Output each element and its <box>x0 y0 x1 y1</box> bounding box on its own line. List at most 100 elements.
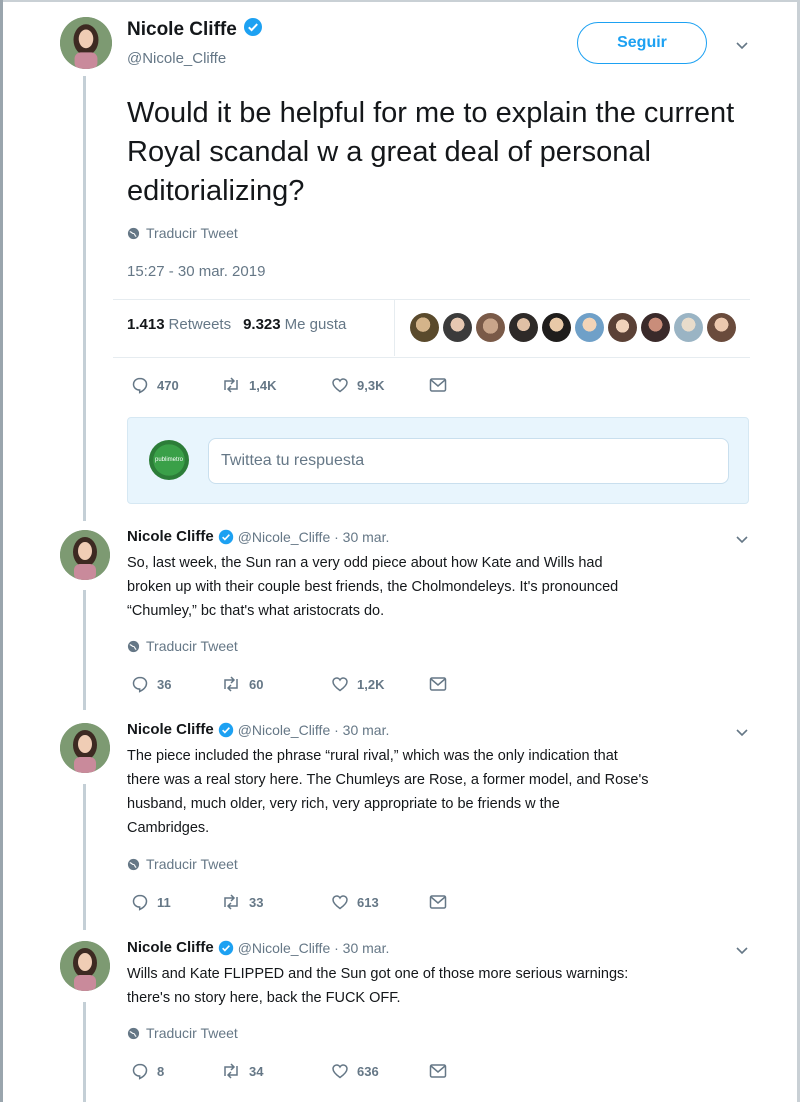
globe-icon <box>127 640 140 652</box>
reply-icon <box>132 377 148 394</box>
retweet-count: 1,4K <box>249 377 277 393</box>
like-action[interactable]: 636 <box>331 1062 429 1080</box>
direct-message-action[interactable] <box>429 1063 447 1079</box>
reply-count: 36 <box>157 676 172 692</box>
tweet-actions: 11 33 613 <box>131 893 447 911</box>
author-avatar[interactable] <box>60 941 110 991</box>
author-name[interactable]: Nicole Cliffe <box>127 939 214 956</box>
reply-icon <box>132 676 148 693</box>
window-top-border <box>0 0 800 2</box>
author-handle-and-date[interactable]: @Nicole_Cliffe · 30 mar. <box>238 940 390 956</box>
author-name[interactable]: Nicole Cliffe <box>127 19 237 41</box>
reply-action[interactable]: 8 <box>131 1062 221 1080</box>
divider <box>113 299 750 300</box>
heart-icon <box>332 677 348 692</box>
translate-tweet-link[interactable]: Traducir Tweet <box>127 638 238 654</box>
retweet-action[interactable]: 33 <box>221 893 331 911</box>
thread-connector <box>83 76 86 521</box>
verified-badge-icon <box>243 17 263 42</box>
tweet-header: Nicole Cliffe @Nicole_Cliffe · 30 mar. <box>127 528 389 545</box>
retweet-icon <box>224 676 238 692</box>
tweet-actions: 36 60 1,2K <box>131 675 447 693</box>
liker-avatar[interactable] <box>542 313 571 342</box>
translate-tweet-link[interactable]: Traducir Tweet <box>127 1025 238 1041</box>
translate-label: Traducir Tweet <box>146 856 238 872</box>
retweet-icon <box>224 377 238 393</box>
direct-message-action[interactable] <box>429 676 447 692</box>
liker-avatar[interactable] <box>509 313 538 342</box>
liker-avatar[interactable] <box>476 313 505 342</box>
author-handle-and-date[interactable]: @Nicole_Cliffe · 30 mar. <box>238 529 390 545</box>
author-handle[interactable]: @Nicole_Cliffe <box>127 50 226 67</box>
retweet-count: 60 <box>249 676 264 692</box>
translate-tweet-link[interactable]: Traducir Tweet <box>127 225 238 241</box>
translate-tweet-link[interactable]: Traducir Tweet <box>127 856 238 872</box>
likes-stat[interactable]: 9.323 Me gusta <box>243 316 346 333</box>
like-action[interactable]: 1,2K <box>331 675 429 693</box>
tweet-text: So, last week, the Sun ran a very odd pi… <box>127 555 619 619</box>
liker-avatar[interactable] <box>641 313 670 342</box>
heart-icon <box>332 378 348 393</box>
translate-label: Traducir Tweet <box>146 638 238 654</box>
author-avatar[interactable] <box>60 530 110 580</box>
divider <box>113 357 750 358</box>
author-avatar[interactable] <box>60 723 110 773</box>
reply-count: 8 <box>157 1063 165 1079</box>
globe-icon <box>127 1027 140 1039</box>
author-avatar[interactable] <box>60 17 112 69</box>
main-tweet-actions: 470 1,4K 9,3K <box>131 376 447 394</box>
heart-icon <box>332 895 348 910</box>
current-user-avatar[interactable]: publimetro <box>149 440 189 480</box>
like-action[interactable]: 613 <box>331 893 429 911</box>
like-count: 636 <box>357 1063 379 1079</box>
verified-badge-icon <box>218 529 233 544</box>
retweet-icon <box>224 1063 238 1079</box>
thread-connector <box>83 590 86 710</box>
reply-count: 470 <box>157 377 179 393</box>
retweet-action[interactable]: 60 <box>221 675 331 693</box>
tweet-text: Wills and Kate FLIPPED and the Sun got o… <box>127 966 629 1006</box>
chevron-down-icon[interactable] <box>735 943 749 957</box>
tweet-timestamp[interactable]: 15:27 - 30 mar. 2019 <box>127 263 265 280</box>
author-name[interactable]: Nicole Cliffe <box>127 528 214 545</box>
author-handle-and-date[interactable]: @Nicole_Cliffe · 30 mar. <box>238 722 390 738</box>
window-left-border <box>0 0 3 1102</box>
verified-badge-icon <box>218 722 233 737</box>
direct-message-action[interactable] <box>429 894 447 910</box>
envelope-icon <box>429 1064 447 1078</box>
reply-action[interactable]: 36 <box>131 675 221 693</box>
liker-avatar[interactable] <box>443 313 472 342</box>
retweet-action[interactable]: 34 <box>221 1062 331 1080</box>
envelope-icon <box>429 677 447 691</box>
author-name[interactable]: Nicole Cliffe <box>127 721 214 738</box>
like-count: 9,3K <box>357 377 385 393</box>
globe-icon <box>127 858 140 870</box>
follow-button[interactable]: Seguir <box>577 22 707 64</box>
chevron-down-icon[interactable] <box>735 532 749 546</box>
reply-composer: publimetro Twittea tu respuesta <box>127 417 749 504</box>
liker-avatar[interactable] <box>674 313 703 342</box>
liker-avatar[interactable] <box>608 313 637 342</box>
likers-avatars[interactable] <box>410 313 736 342</box>
chevron-down-icon[interactable] <box>735 38 749 52</box>
globe-icon <box>127 227 140 239</box>
retweets-stat[interactable]: 1.413 Retweets <box>127 316 231 333</box>
translate-label: Traducir Tweet <box>146 225 238 241</box>
liker-avatar[interactable] <box>410 313 439 342</box>
liker-avatar[interactable] <box>707 313 736 342</box>
reply-input[interactable]: Twittea tu respuesta <box>208 438 729 484</box>
chevron-down-icon[interactable] <box>735 725 749 739</box>
tweet-actions: 8 34 636 <box>131 1062 447 1080</box>
direct-message-action[interactable] <box>429 377 447 393</box>
reply-icon <box>132 1063 148 1080</box>
tweet-header: Nicole Cliffe @Nicole_Cliffe · 30 mar. <box>127 721 389 738</box>
verified-badge-icon <box>218 940 233 955</box>
like-count: 1,2K <box>357 676 385 692</box>
retweet-action[interactable]: 1,4K <box>221 376 331 394</box>
like-action[interactable]: 9,3K <box>331 376 429 394</box>
retweet-count: 33 <box>249 894 264 910</box>
reply-action[interactable]: 11 <box>131 893 221 911</box>
envelope-icon <box>429 895 447 909</box>
reply-action[interactable]: 470 <box>131 376 221 394</box>
liker-avatar[interactable] <box>575 313 604 342</box>
